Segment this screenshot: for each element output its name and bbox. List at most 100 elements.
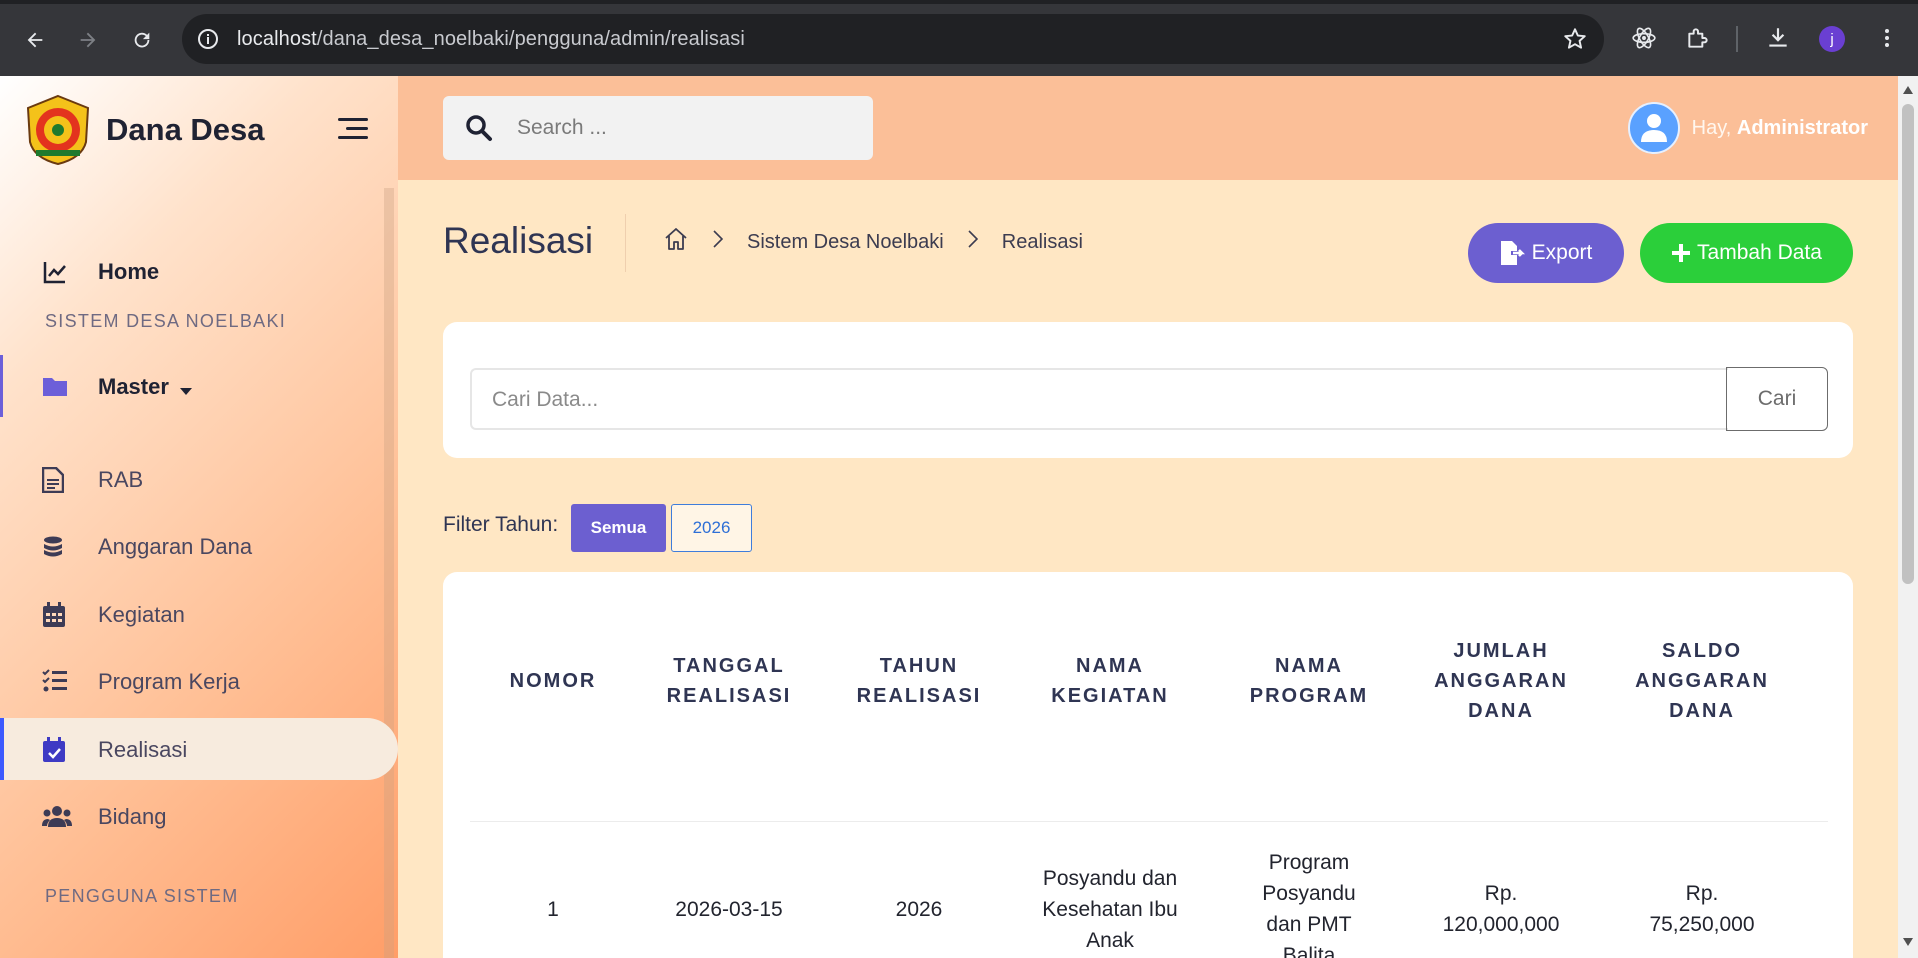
- sidebar-item-kegiatan[interactable]: Kegiatan: [0, 583, 398, 645]
- export-button[interactable]: Export: [1468, 223, 1624, 283]
- title-divider: [625, 214, 626, 272]
- header-line: JUMLAH: [1453, 640, 1549, 662]
- extensions-icon[interactable]: [1682, 22, 1714, 54]
- chevron-right-icon: [968, 230, 978, 254]
- filter-2026-button[interactable]: 2026: [671, 504, 752, 552]
- cell-kegiatan: Posyandu dan Kesehatan Ibu Anak: [1020, 863, 1200, 956]
- bookmark-star-icon[interactable]: [1562, 26, 1588, 57]
- add-data-label: Tambah Data: [1697, 241, 1822, 264]
- sidebar-item-rab[interactable]: RAB: [0, 448, 398, 510]
- cell-line: Rp.: [1484, 882, 1518, 905]
- cell-line: Anak: [1086, 929, 1134, 952]
- breadcrumb: Sistem Desa Noelbaki Realisasi: [663, 226, 1083, 258]
- url-path: /dana_desa_noelbaki/pengguna/admin/reali…: [316, 28, 745, 50]
- column-header-tanggal[interactable]: TANGGAL REALISASI: [639, 651, 819, 711]
- cell-program: Program Posyandu dan PMT Balita: [1219, 847, 1399, 958]
- calendar-icon: [42, 602, 68, 628]
- cell-line: Kesehatan Ibu: [1042, 898, 1178, 921]
- url-text: localhost/dana_desa_noelbaki/pengguna/ad…: [237, 28, 745, 51]
- sidebar-item-label: Anggaran Dana: [98, 534, 253, 559]
- export-label: Export: [1531, 241, 1593, 264]
- topbar: Search ... Hay, Administrator: [398, 76, 1918, 180]
- back-icon[interactable]: [17, 22, 53, 58]
- brand[interactable]: Dana Desa: [22, 94, 265, 166]
- caret-down-icon: [180, 383, 192, 401]
- sidebar-item-realisasi[interactable]: Realisasi: [0, 718, 398, 780]
- search-input[interactable]: Search ...: [443, 96, 873, 160]
- scrollbar-thumb[interactable]: [1902, 104, 1914, 584]
- page-title: Realisasi: [443, 220, 594, 261]
- filter-label: Filter Tahun:: [443, 513, 559, 536]
- sidebar-item-label: Realisasi: [98, 737, 188, 762]
- home-icon[interactable]: [663, 226, 689, 258]
- cell-tanggal: 2026-03-15: [675, 898, 783, 921]
- sidebar-toggle-icon[interactable]: [338, 116, 370, 147]
- cell-line: 75,250,000: [1649, 913, 1755, 936]
- folder-icon: [42, 374, 68, 400]
- page-scrollbar[interactable]: [1898, 76, 1918, 958]
- user-avatar-icon: [1627, 102, 1680, 154]
- sidebar-item-home[interactable]: Home: [0, 240, 398, 302]
- users-icon: [42, 804, 72, 830]
- cell-saldo: Rp. 75,250,000: [1612, 878, 1792, 940]
- cell-jumlah: Rp. 120,000,000: [1411, 878, 1591, 940]
- header-line: REALISASI: [666, 685, 792, 707]
- data-search-placeholder: Cari Data...: [492, 388, 599, 411]
- column-header-nomor[interactable]: NOMOR: [493, 666, 613, 696]
- column-header-saldo[interactable]: SALDO ANGGARAN DANA: [1612, 636, 1792, 726]
- cell-line: Posyandu: [1262, 882, 1356, 905]
- reload-icon[interactable]: [124, 22, 160, 58]
- profile-initial: j: [1830, 30, 1834, 48]
- village-logo-icon: [26, 94, 90, 166]
- header-line: SALDO: [1662, 640, 1742, 662]
- download-icon[interactable]: [1762, 22, 1794, 54]
- address-bar[interactable]: localhost/dana_desa_noelbaki/pengguna/ad…: [182, 14, 1604, 64]
- sidebar-item-label: RAB: [98, 467, 144, 492]
- scroll-down-icon[interactable]: [1902, 934, 1914, 952]
- sidebar-item-anggaran-dana[interactable]: Anggaran Dana: [0, 515, 398, 577]
- user-menu[interactable]: Hay, Administrator: [1627, 102, 1868, 154]
- filter-all-button[interactable]: Semua: [571, 504, 666, 552]
- user-name: Administrator: [1736, 116, 1868, 139]
- cell-line: Program: [1268, 851, 1350, 874]
- scroll-up-icon[interactable]: [1902, 82, 1914, 100]
- cell-line: 120,000,000: [1442, 913, 1560, 936]
- header-line: ANGGARAN: [1635, 670, 1769, 692]
- forward-icon[interactable]: [70, 22, 106, 58]
- brand-name: Dana Desa: [106, 112, 265, 147]
- coins-icon: [42, 534, 68, 560]
- toolbar-separator: [1736, 26, 1738, 52]
- sidebar-item-program-kerja[interactable]: Program Kerja: [0, 650, 398, 712]
- breadcrumb-link[interactable]: Sistem Desa Noelbaki: [747, 231, 944, 254]
- search-placeholder: Search ...: [517, 116, 607, 139]
- user-greeting: Hay, Administrator: [1692, 117, 1868, 140]
- sidebar-item-master[interactable]: Master: [0, 355, 398, 417]
- sidebar-item-bidang[interactable]: Bidang: [0, 785, 398, 847]
- chart-line-icon: [42, 259, 68, 285]
- section-heading-main: SISTEM DESA NOELBAKI: [45, 311, 287, 331]
- table-header-divider: [470, 821, 1828, 822]
- sidebar-item-label: Kegiatan: [98, 602, 185, 627]
- cell-tahun: 2026: [895, 898, 943, 921]
- sidebar-item-label: Home: [98, 259, 160, 284]
- cell-nomor: 1: [547, 898, 559, 921]
- site-info-icon[interactable]: [196, 27, 220, 56]
- greeting-text: Hay,: [1691, 116, 1732, 139]
- cell-line: Posyandu dan: [1042, 867, 1178, 890]
- data-search-input[interactable]: Cari Data...: [470, 368, 1728, 430]
- browser-menu-icon[interactable]: [1871, 22, 1903, 54]
- header-line: REALISASI: [856, 685, 982, 707]
- column-header-program[interactable]: NAMA PROGRAM: [1219, 651, 1399, 711]
- sidebar-item-label: Bidang: [98, 804, 167, 829]
- column-header-tahun[interactable]: TAHUN REALISASI: [829, 651, 1009, 711]
- cell-line: dan PMT: [1266, 913, 1352, 936]
- react-devtools-icon[interactable]: [1628, 22, 1660, 54]
- column-header-jumlah[interactable]: JUMLAH ANGGARAN DANA: [1411, 636, 1591, 726]
- header-line: DANA: [1468, 700, 1534, 722]
- add-data-button[interactable]: Tambah Data: [1640, 223, 1853, 283]
- search-button[interactable]: Cari: [1726, 367, 1828, 431]
- profile-avatar[interactable]: j: [1819, 26, 1845, 52]
- header-line: NAMA: [1275, 655, 1343, 677]
- column-header-kegiatan[interactable]: NAMA KEGIATAN: [1020, 651, 1200, 711]
- browser-toolbar: localhost/dana_desa_noelbaki/pengguna/ad…: [0, 0, 1918, 76]
